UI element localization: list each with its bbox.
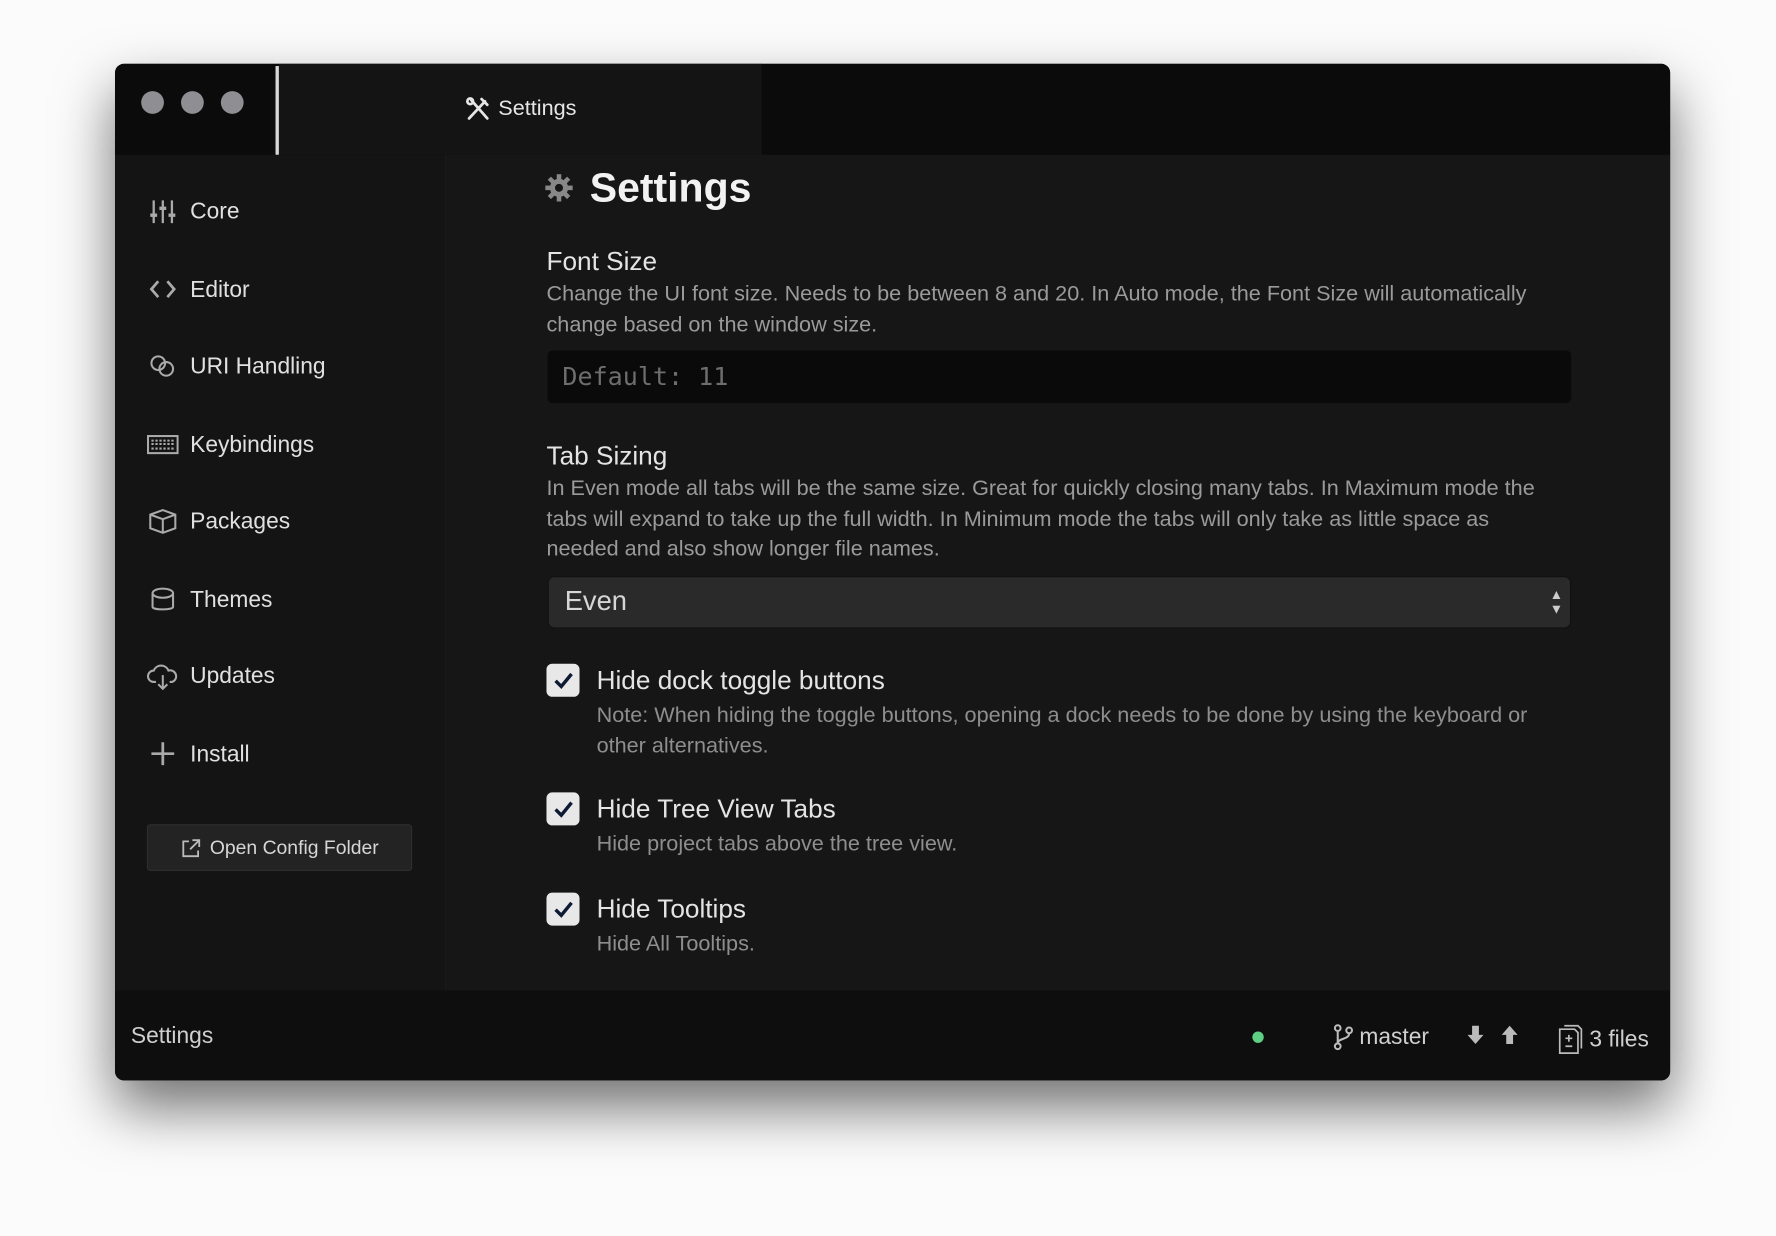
open-config-folder-button[interactable]: Open Config Folder	[146, 824, 413, 871]
tab-title: Settings	[498, 96, 577, 121]
page-title: Settings	[544, 164, 751, 212]
paintcan-icon	[151, 587, 175, 611]
sidebar-item-editor[interactable]: Editor	[147, 274, 250, 306]
tab-sizing-description: In Even mode all tabs will be the same s…	[546, 477, 1535, 562]
checkmark-icon	[553, 901, 573, 918]
hide-tooltips-checkbox[interactable]	[546, 892, 580, 926]
tab-sizing-value: Even	[564, 586, 627, 618]
keyboard-icon	[146, 435, 179, 455]
code-icon	[149, 280, 176, 299]
sidebar-item-label: Install	[190, 741, 250, 767]
open-config-folder-label: Open Config Folder	[209, 836, 379, 858]
hide-tree-view-tabs-label: Hide Tree View Tabs	[596, 793, 836, 824]
git-changed-files-button[interactable]: 3 files	[1557, 1024, 1649, 1056]
settings-panel: Settings Font Size Change the UI font si…	[446, 154, 1671, 991]
tab-sizing-title: Tab Sizing	[546, 440, 668, 471]
title-bar: Settings	[114, 63, 1671, 155]
git-push-button[interactable]	[1499, 1024, 1519, 1054]
sidebar-item-packages[interactable]: Packages	[147, 505, 290, 537]
link-icon	[150, 355, 175, 377]
hide-tree-view-tabs-checkbox[interactable]	[546, 792, 580, 826]
checkmark-icon	[553, 800, 573, 818]
git-pull-button[interactable]	[1465, 1024, 1485, 1054]
sidebar-item-label: Updates	[190, 663, 275, 689]
sidebar-item-core[interactable]: Core	[147, 196, 240, 228]
select-arrows-icon: ▲ ▼	[1549, 586, 1564, 618]
sidebar-item-label: Core	[190, 198, 240, 224]
font-size-placeholder: Default: 11	[562, 362, 729, 392]
sidebar-item-uri-handling[interactable]: URI Handling	[147, 351, 326, 383]
font-size-input[interactable]: Default: 11	[547, 350, 1572, 404]
sidebar-item-label: URI Handling	[190, 353, 326, 379]
font-size-title: Font Size	[546, 245, 658, 276]
font-size-description: Change the UI font size. Needs to be bet…	[546, 282, 1527, 337]
sidebar-item-keybindings[interactable]: Keybindings	[146, 429, 315, 461]
tools-icon	[465, 97, 489, 120]
hide-tree-view-tabs-description: Hide project tabs above the tree view.	[596, 832, 958, 857]
arrow-down-icon	[1467, 1025, 1484, 1045]
settings-sidebar: Core Editor URI Handling Keybindings Pac…	[114, 154, 447, 991]
minimize-window-button[interactable]	[181, 91, 204, 114]
gear-icon	[545, 174, 573, 202]
hide-tooltips-label: Hide Tooltips	[596, 893, 747, 924]
hide-dock-toggle-description: Note: When hiding the toggle buttons, op…	[596, 703, 1528, 758]
sidebar-item-label: Keybindings	[190, 432, 315, 458]
page-title-text: Settings	[589, 163, 752, 211]
link-external-icon	[182, 838, 201, 857]
hide-dock-toggle-checkbox[interactable]	[546, 663, 580, 697]
plus-icon	[151, 742, 175, 766]
hide-tooltips-description: Hide All Tooltips.	[596, 932, 755, 957]
sidebar-item-label: Packages	[190, 508, 291, 534]
arrow-up-icon	[1501, 1025, 1518, 1045]
cloud-download-icon	[147, 664, 178, 691]
git-branch-icon	[1333, 1024, 1353, 1051]
tab-settings[interactable]: Settings	[278, 63, 762, 155]
sidebar-item-updates[interactable]: Updates	[147, 660, 275, 692]
status-current-item: Settings	[130, 1023, 214, 1049]
changed-files-label: 3 files	[1589, 1026, 1649, 1052]
sidebar-item-install[interactable]: Install	[147, 739, 250, 771]
app-window: Settings Core Editor URI Handling Keybin…	[114, 63, 1671, 1081]
checkmark-icon	[553, 672, 573, 689]
hide-dock-toggle-label: Hide dock toggle buttons	[596, 664, 885, 695]
tab-sizing-select[interactable]: Even ▲ ▼	[547, 576, 1572, 629]
sidebar-item-themes[interactable]: Themes	[147, 584, 273, 616]
diff-file-icon	[1558, 1024, 1583, 1054]
package-icon	[149, 508, 177, 534]
sidebar-item-label: Editor	[190, 277, 250, 303]
zoom-window-button[interactable]	[220, 91, 244, 114]
sliders-icon	[150, 200, 176, 224]
close-window-button[interactable]	[141, 91, 164, 114]
status-indicator-dot[interactable]	[1252, 1031, 1264, 1043]
git-branch-button[interactable]: master	[1332, 1024, 1429, 1051]
status-bar: Settings master 3 files	[114, 990, 1671, 1081]
sidebar-item-label: Themes	[190, 586, 273, 612]
git-branch-label: master	[1359, 1024, 1429, 1050]
